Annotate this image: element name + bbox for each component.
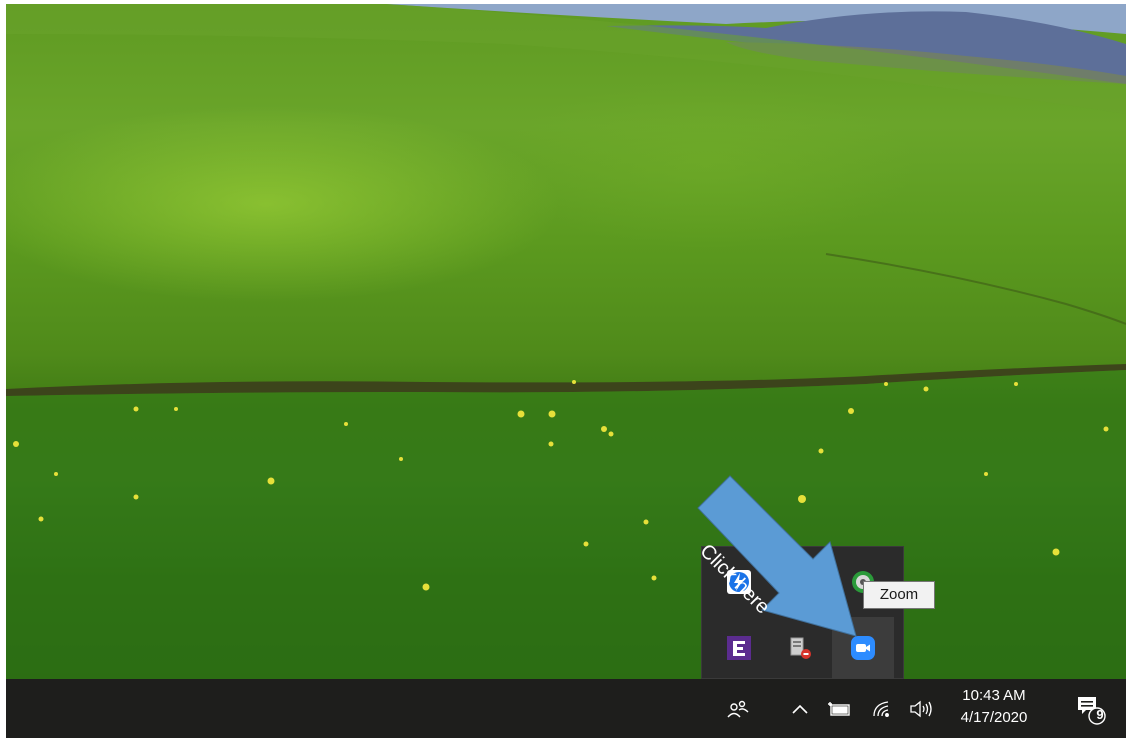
wifi-icon[interactable] xyxy=(868,679,898,738)
zoom-tooltip: Zoom xyxy=(863,581,935,609)
action-center-button[interactable]: 9 xyxy=(1066,679,1114,738)
volume-icon[interactable] xyxy=(904,679,938,738)
battery-icon[interactable] xyxy=(824,679,856,738)
desktop-wallpaper xyxy=(6,4,1126,679)
clock-time: 10:43 AM xyxy=(962,687,1026,704)
taskbar-clock[interactable]: 10:43 AM 4/17/2020 xyxy=(946,679,1042,738)
chevron-up-icon[interactable] xyxy=(786,679,814,738)
action-center-badge: 9 xyxy=(1096,707,1104,722)
taskbar: 10:43 AM 4/17/2020 9 xyxy=(6,679,1126,738)
desktop-screen: Click here Zoom 10:43 AM 4/17/2020 9 xyxy=(6,4,1126,738)
clock-date: 4/17/2020 xyxy=(960,709,1028,726)
people-icon[interactable] xyxy=(720,679,756,738)
wallpaper-art xyxy=(6,4,1126,679)
